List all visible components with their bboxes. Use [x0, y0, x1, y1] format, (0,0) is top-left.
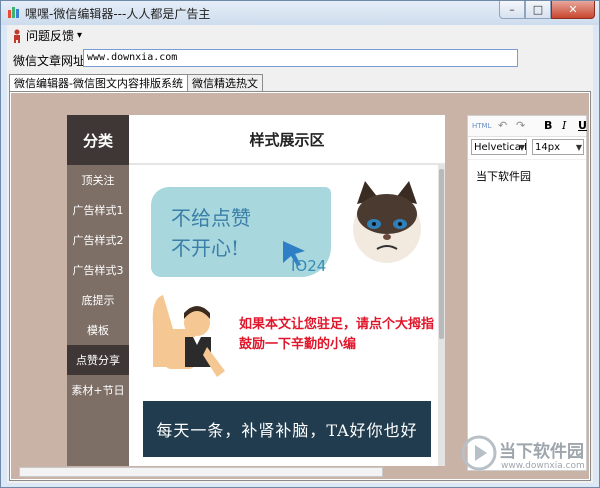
feedback-label: 问题反馈 [26, 29, 75, 43]
sidebar-item-material-festival[interactable]: 素材+节日 [67, 375, 129, 405]
editor-format-row: Helvetica N ▼ 14px ▼ [468, 137, 586, 160]
undo-icon[interactable]: ↶ [498, 119, 507, 132]
url-input[interactable]: www.downxia.com [83, 49, 518, 67]
font-family-select[interactable]: Helvetica N ▼ [471, 139, 527, 155]
url-label: 微信文章网址: [13, 54, 90, 68]
redo-icon[interactable]: ↷ [516, 119, 525, 132]
close-button[interactable]: ✕ [551, 1, 595, 19]
sidebar-item-ad-style-2[interactable]: 广告样式2 [67, 225, 129, 255]
category-sidebar: 分类 顶关注 广告样式1 广告样式2 广告样式3 底提示 模板 点赞分享 素材+… [67, 115, 129, 466]
thumbs-up-figure-image [152, 295, 225, 377]
thumbs-up-text: 如果本文让您驻足，请点个大拇指鼓励一下辛勤的小编 [239, 317, 435, 352]
italic-button[interactable]: I [562, 119, 566, 132]
horizontal-scrollbar[interactable] [19, 467, 383, 477]
like-banner[interactable]: 不给点赞 不开心! IO24 [151, 179, 431, 279]
chevron-down-icon: ▼ [575, 143, 582, 152]
sidebar-item-ad-style-1[interactable]: 广告样式1 [67, 195, 129, 225]
editor-canvas: 分类 顶关注 广告样式1 广告样式2 广告样式3 底提示 模板 点赞分享 素材+… [11, 93, 589, 479]
like-banner-logo: IO24 [291, 257, 327, 275]
feedback-menu[interactable]: 问题反馈 ▾ [11, 27, 82, 44]
sidebar-item-bottom-tip[interactable]: 底提示 [67, 285, 129, 315]
thumbs-up-banner[interactable]: 如果本文让您驻足，请点个大拇指鼓励一下辛勤的小编 [147, 285, 437, 385]
display-scroll-thumb[interactable] [439, 169, 444, 339]
sidebar-item-template[interactable]: 模板 [67, 315, 129, 345]
app-window: 嘿嘿-微信编辑器---人人都是广告主 – □ ✕ 问题反馈 ▾ 微信文章网址: … [0, 0, 600, 488]
underline-button[interactable]: U [578, 119, 587, 132]
tab-strip: 微信编辑器-微信图文内容排版系统 微信精选热文 [9, 74, 263, 93]
sidebar-item-like-share[interactable]: 点赞分享 [67, 345, 129, 375]
category-header: 分类 [67, 115, 129, 165]
watermark-logo-icon [461, 435, 497, 471]
app-icon [8, 7, 19, 18]
tab-hot-articles[interactable]: 微信精选热文 [186, 74, 263, 92]
title-bar[interactable]: 嘿嘿-微信编辑器---人人都是广告主 – □ ✕ [1, 1, 599, 25]
tab-panel: 分类 顶关注 广告样式1 广告样式2 广告样式3 底提示 模板 点赞分享 素材+… [9, 91, 591, 481]
font-size-select[interactable]: 14px ▼ [532, 139, 584, 155]
rich-text-editor: HTML ↶ ↷ B I U Helvetica N ▼ 14px ▼ 当下软件… [467, 115, 587, 471]
style-display-area: 样式展示区 不给点赞 不开心! IO24 如果本文让您驻足，请点个大拇指鼓励一下… [129, 115, 445, 466]
sidebar-item-ad-style-3[interactable]: 广告样式3 [67, 255, 129, 285]
bold-button[interactable]: B [544, 119, 552, 132]
editor-toolbar: HTML ↶ ↷ B I U [468, 116, 587, 137]
chevron-down-icon: ▾ [77, 30, 83, 41]
like-banner-line2: 不开心! [171, 236, 240, 260]
watermark-url: www.downxia.com [501, 461, 585, 471]
user-icon [14, 29, 20, 43]
sidebar-item-follow[interactable]: 顶关注 [67, 165, 129, 195]
like-banner-text: 不给点赞 不开心! [171, 203, 251, 263]
display-title: 样式展示区 [129, 115, 445, 165]
window-title: 嘿嘿-微信编辑器---人人都是广告主 [25, 7, 211, 21]
grumpy-cat-image [353, 181, 421, 263]
display-scrollbar[interactable] [438, 165, 445, 466]
window-controls: – □ ✕ [499, 1, 595, 21]
chevron-down-icon: ▼ [518, 143, 525, 152]
font-size-value: 14px [535, 142, 560, 153]
daily-banner[interactable]: 每天一条，补肾补脑，TA好你也好 [143, 401, 431, 457]
minimize-button[interactable]: – [499, 1, 525, 19]
editor-content[interactable]: 当下软件园 [476, 168, 531, 184]
watermark-brand: 当下软件园 [499, 442, 584, 462]
client-area: 问题反馈 ▾ 微信文章网址: www.downxia.com 微信编辑器-微信图… [7, 25, 593, 483]
like-banner-line1: 不给点赞 [171, 206, 251, 230]
html-source-button[interactable]: HTML [472, 122, 491, 130]
menu-bar: 问题反馈 ▾ [7, 25, 593, 45]
maximize-button[interactable]: □ [525, 1, 551, 19]
url-row: 微信文章网址: www.downxia.com [7, 47, 593, 71]
watermark: 当下软件园 www.downxia.com [457, 431, 597, 481]
